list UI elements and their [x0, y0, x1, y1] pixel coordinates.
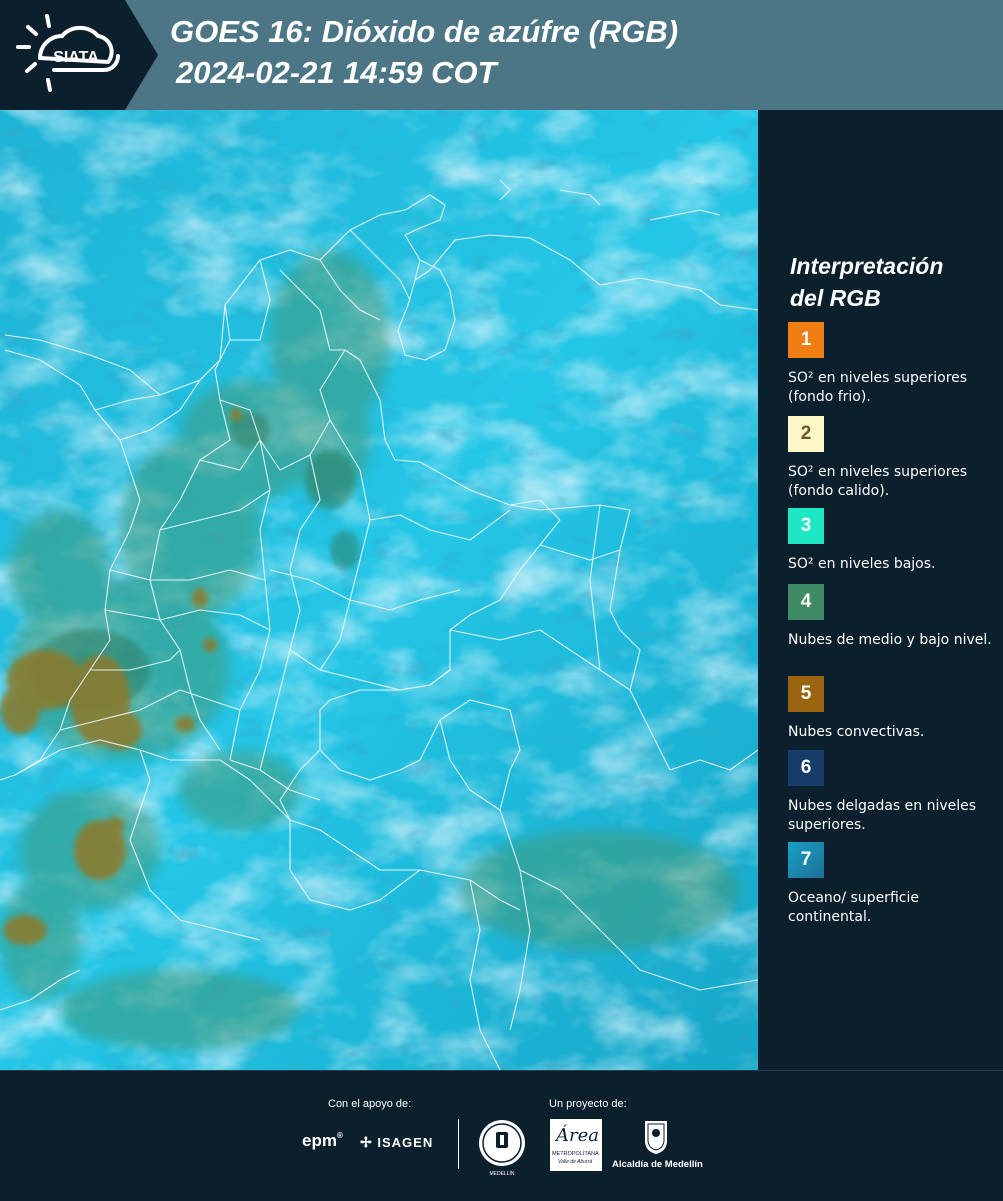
- legend-label-2: SO² en niveles superiores (fondo calido)…: [788, 464, 968, 499]
- legend-item-7: 7 Oceano/ superficie continental.: [788, 842, 998, 927]
- area-metropolitana-logo: Área METROPOLITANA Valle de Aburrá: [550, 1119, 602, 1171]
- area-metropolitana-small2: Valle de Aburrá: [558, 1159, 593, 1165]
- epm-logo: epm®: [302, 1131, 343, 1150]
- legend-panel: Interpretación del RGB 1 SO² en niveles …: [760, 110, 1003, 1070]
- satellite-map: [0, 110, 758, 1070]
- legend-item-4: 4 Nubes de medio y bajo nivel.: [788, 584, 998, 650]
- page-title: GOES 16: Dióxido de azúfre (RGB): [170, 14, 679, 49]
- legend-swatch-2: 2: [788, 416, 824, 452]
- legend-label-7: Oceano/ superficie continental.: [788, 890, 919, 925]
- legend-label-1: SO² en niveles superiores (fondo frio).: [788, 370, 968, 405]
- legend-title: Interpretación del RGB: [790, 250, 990, 314]
- legend-title-line2: del RGB: [790, 285, 881, 311]
- legend-item-5: 5 Nubes convectivas.: [788, 676, 998, 742]
- header-bar: SIATA GOES 16: Dióxido de azúfre (RGB) 2…: [0, 0, 1003, 110]
- university-seal-icon: MEDELLÍN: [478, 1119, 526, 1177]
- legend-item-2: 2 SO² en niveles superiores (fondo calid…: [788, 416, 998, 501]
- legend-label-3: SO² en niveles bajos.: [788, 556, 936, 572]
- legend-label-5: Nubes convectivas.: [788, 724, 925, 740]
- legend-title-line1: Interpretación: [790, 253, 944, 279]
- legend-label-4: Nubes de medio y bajo nivel.: [788, 632, 992, 648]
- footer-divider: [458, 1119, 459, 1169]
- area-metropolitana-small1: METROPOLITANA: [552, 1151, 599, 1157]
- alcaldia-shield-icon: [643, 1119, 669, 1155]
- university-seal-text: MEDELLÍN: [489, 1171, 515, 1177]
- legend-item-1: 1 SO² en niveles superiores (fondo frio)…: [788, 322, 998, 407]
- legend-swatch-1: 1: [788, 322, 824, 358]
- footer: Con el apoyo de: Un proyecto de: epm® ✢ …: [0, 1070, 1003, 1201]
- alcaldia-label: Alcaldía de Medellín: [612, 1159, 703, 1170]
- legend-swatch-4: 4: [788, 584, 824, 620]
- support-label: Con el apoyo de:: [328, 1098, 412, 1110]
- legend-swatch-6: 6: [788, 750, 824, 786]
- siata-logo-text: SIATA: [53, 49, 99, 66]
- legend-item-6: 6 Nubes delgadas en niveles superiores.: [788, 750, 998, 835]
- legend-item-3: 3 SO² en niveles bajos.: [788, 508, 998, 574]
- legend-swatch-3: 3: [788, 508, 824, 544]
- legend-swatch-5: 5: [788, 676, 824, 712]
- isagen-mark-icon: ✢: [360, 1134, 373, 1150]
- legend-label-6: Nubes delgadas en niveles superiores.: [788, 798, 977, 833]
- isagen-logo: ✢ ISAGEN: [360, 1134, 434, 1150]
- timestamp: 2024-02-21 14:59 COT: [176, 55, 497, 90]
- area-metropolitana-big: Área: [556, 1125, 599, 1146]
- legend-swatch-7: 7: [788, 842, 824, 878]
- project-label: Un proyecto de:: [549, 1098, 627, 1110]
- siata-logo: SIATA: [0, 0, 158, 110]
